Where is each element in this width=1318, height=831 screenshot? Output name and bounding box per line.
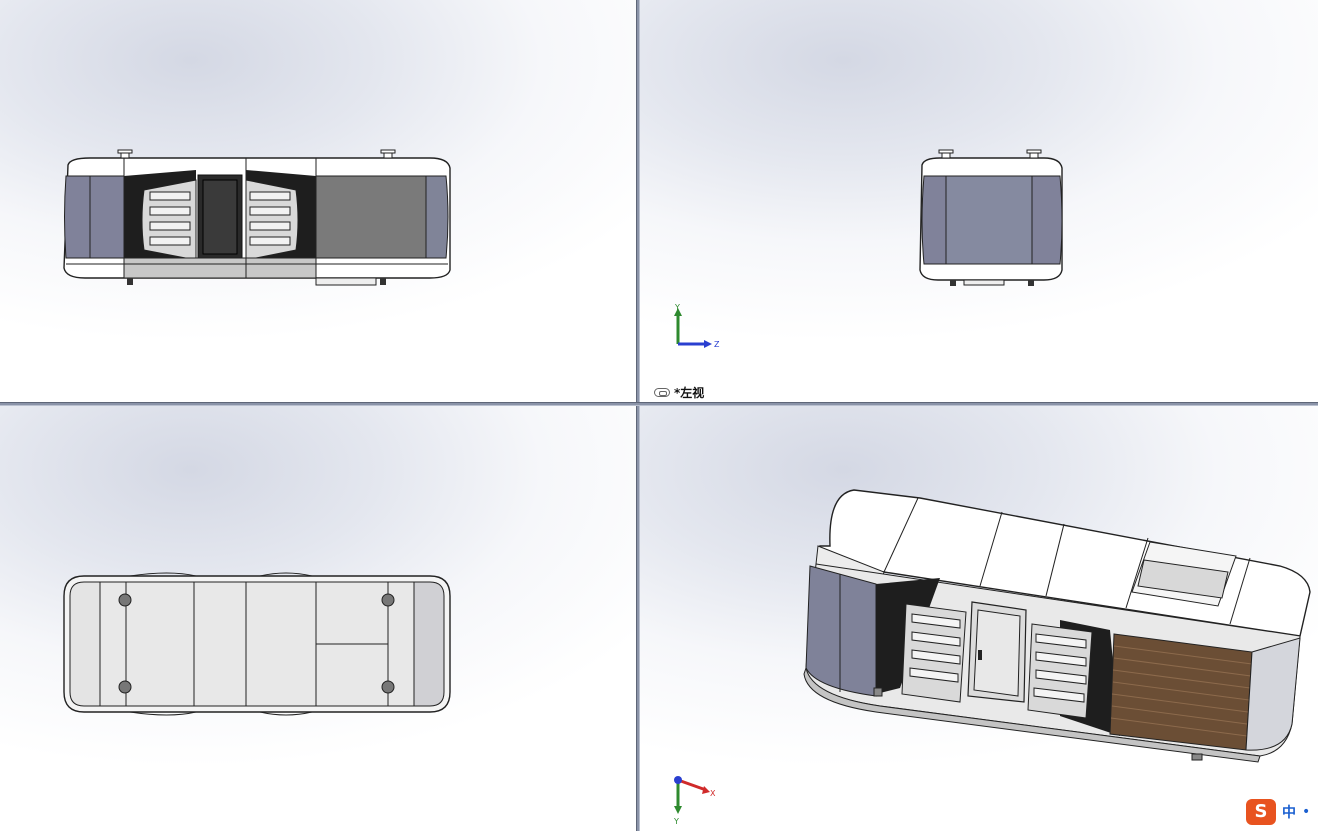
isometric-view-model: Y X [673, 489, 1311, 826]
svg-text:X: X [710, 789, 716, 798]
axis-triad-iso: Y X [673, 776, 716, 826]
ime-mode-toggle[interactable]: 中 [1282, 802, 1296, 822]
sogou-logo-icon[interactable]: S [1246, 799, 1276, 825]
viewport-front[interactable] [0, 0, 636, 402]
view-label: *左视 [654, 384, 704, 401]
top-view-model [63, 572, 451, 716]
viewport-top[interactable] [0, 406, 636, 831]
axis-triad-left: Y Z [674, 303, 720, 349]
link-icon [654, 388, 670, 397]
svg-text:Y: Y [673, 817, 679, 826]
ime-toolbar[interactable]: S 中 • [1242, 799, 1318, 825]
viewport-vertical-splitter[interactable] [636, 0, 640, 831]
viewport-left[interactable]: Y Z *左视 [640, 0, 1318, 402]
svg-text:Z: Z [714, 340, 720, 349]
viewport-isometric[interactable]: Y X S 中 • [640, 406, 1318, 831]
front-view-model [63, 149, 451, 286]
left-view-model: Y Z [674, 149, 1063, 349]
view-name-text: *左视 [674, 386, 705, 400]
ime-punct-toggle[interactable]: • [1302, 804, 1310, 820]
viewport-horizontal-splitter[interactable] [0, 402, 1318, 406]
svg-text:Y: Y [674, 303, 680, 312]
